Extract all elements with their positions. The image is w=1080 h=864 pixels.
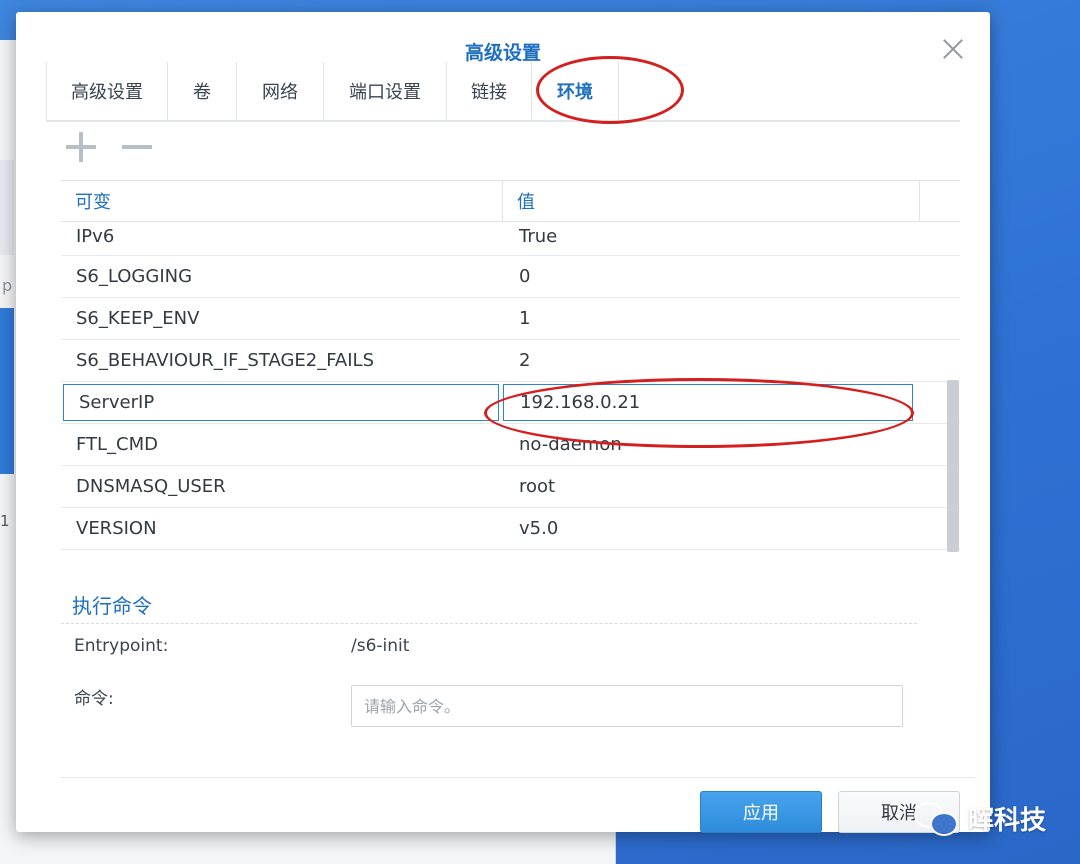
value-cell: 2 (519, 350, 531, 371)
footer-divider (61, 777, 975, 778)
entrypoint-label: Entrypoint: (74, 636, 169, 656)
dialog-title: 高级设置 (464, 42, 541, 64)
value-cell: 0 (519, 266, 531, 287)
watermark: 晖科技 (912, 798, 1046, 838)
annotation-circle (484, 378, 914, 448)
value-cell: root (519, 476, 556, 497)
tab-port-settings[interactable]: 端口设置 (324, 62, 447, 120)
tab-network[interactable]: 网络 (237, 62, 324, 120)
value-cell: 1 (519, 308, 531, 329)
value-cell: True (519, 226, 558, 247)
variable-cell: VERSION (76, 518, 157, 539)
background-text-fragment: p (2, 276, 13, 295)
value-cell: v5.0 (519, 518, 559, 539)
column-header-value[interactable]: 值 (503, 181, 920, 221)
command-input[interactable] (351, 685, 903, 727)
table-row[interactable]: S6_LOGGING 0 (61, 256, 960, 298)
variable-cell: DNSMASQ_USER (76, 476, 226, 497)
variable-cell: S6_KEEP_ENV (76, 308, 200, 329)
apply-button[interactable]: 应用 (700, 791, 822, 833)
variable-cell: S6_LOGGING (76, 266, 193, 287)
background-panel (0, 160, 14, 255)
table-row[interactable]: S6_BEHAVIOUR_IF_STAGE2_FAILS 2 (61, 340, 960, 382)
advanced-settings-dialog: 高级设置 高级设置 卷 网络 端口设置 链接 环境 可变 值 IPv6 True… (16, 12, 990, 833)
background-text-fragment: 1 (0, 512, 10, 530)
column-header-variable[interactable]: 可变 (61, 181, 503, 221)
minus-icon[interactable] (120, 130, 154, 164)
env-toolbar (64, 130, 154, 166)
watermark-text: 晖科技 (968, 805, 1047, 836)
wechat-icon (912, 798, 958, 838)
table-header: 可变 值 (61, 181, 960, 222)
annotation-circle (536, 56, 684, 124)
table-row[interactable]: DNSMASQ_USER root (61, 466, 960, 508)
plus-icon[interactable] (64, 130, 98, 164)
background-selected-item (0, 308, 14, 474)
tab-links[interactable]: 链接 (447, 62, 532, 120)
env-variables-table: 可变 值 IPv6 True S6_LOGGING 0 S6_KEEP_ENV … (61, 180, 960, 553)
section-divider (61, 623, 917, 624)
command-label: 命令: (74, 689, 114, 709)
tab-volume[interactable]: 卷 (168, 62, 237, 120)
exec-section-title: 执行命令 (72, 594, 152, 618)
close-icon[interactable] (942, 38, 964, 60)
variable-edit-field[interactable]: ServerIP (63, 384, 499, 421)
variable-cell: FTL_CMD (76, 434, 159, 455)
tab-advanced-settings[interactable]: 高级设置 (46, 62, 168, 120)
table-scrollbar[interactable] (947, 380, 959, 552)
table-row[interactable]: IPv6 True (61, 222, 960, 256)
variable-cell: IPv6 (76, 226, 115, 247)
tab-bar: 高级设置 卷 网络 端口设置 链接 环境 (46, 62, 960, 122)
variable-cell: S6_BEHAVIOUR_IF_STAGE2_FAILS (76, 350, 375, 371)
entrypoint-value: /s6-init (351, 636, 410, 656)
table-row[interactable]: VERSION v5.0 (61, 508, 960, 550)
table-row[interactable]: S6_KEEP_ENV 1 (61, 298, 960, 340)
